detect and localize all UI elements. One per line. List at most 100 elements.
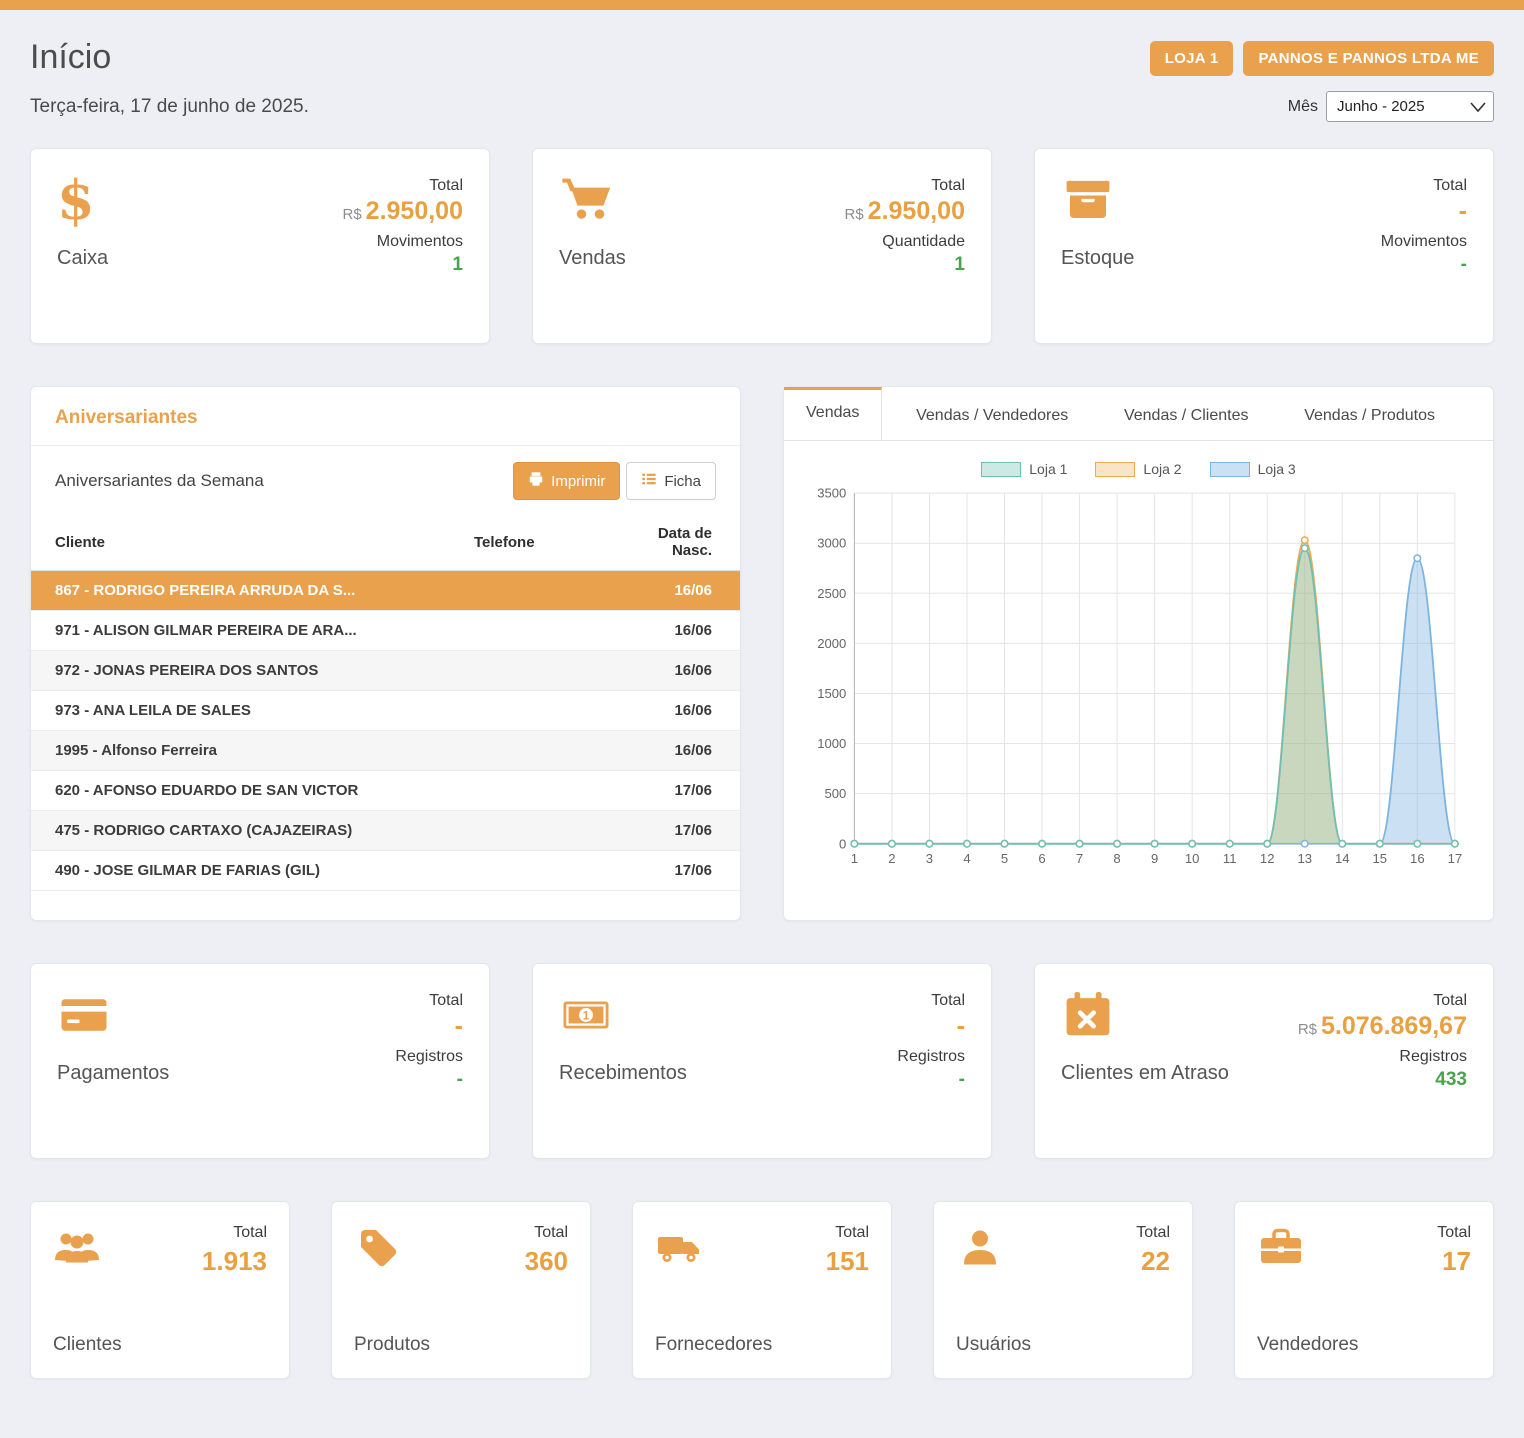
vendas-card: Vendas Total R$2.950,00 Quantidade 1	[532, 148, 992, 344]
birthday-row[interactable]: 972 - JONAS PEREIRA DOS SANTOS 16/06	[31, 651, 740, 691]
metric-value: 1.913	[202, 1246, 267, 1277]
svg-text:1000: 1000	[817, 736, 846, 751]
birthday-row[interactable]: 490 - JOSE GILMAR DE FARIAS (GIL) 17/06	[31, 851, 740, 891]
client-birthdate: 16/06	[600, 651, 740, 691]
client-name: 620 - AFONSO EDUARDO DE SAN VICTOR	[31, 771, 450, 811]
page-title: Início	[30, 38, 111, 77]
caixa-card: $ Caixa Total R$2.950,00 Movimentos 1	[30, 148, 490, 344]
metric-label: Total	[1437, 1224, 1471, 1242]
store-button[interactable]: LOJA 1	[1150, 41, 1234, 76]
svg-text:16: 16	[1410, 851, 1425, 866]
svg-text:3: 3	[926, 851, 933, 866]
svg-text:11: 11	[1223, 851, 1237, 866]
tab-vendas-produtos[interactable]: Vendas / Produtos	[1282, 387, 1457, 440]
metric-value: 22	[1136, 1246, 1170, 1277]
svg-text:17: 17	[1448, 851, 1463, 866]
client-birthdate: 16/06	[600, 571, 740, 611]
card-title: Usuários	[956, 1334, 1031, 1356]
card-title: Clientes em Atraso	[1061, 1062, 1229, 1085]
legend-item[interactable]: Loja 3	[1210, 461, 1296, 477]
svg-text:6: 6	[1038, 851, 1045, 866]
svg-text:2500: 2500	[817, 586, 846, 601]
client-birthdate: 16/06	[600, 611, 740, 651]
legend-item[interactable]: Loja 2	[1095, 461, 1181, 477]
client-phone	[450, 651, 600, 691]
birthday-row[interactable]: 867 - RODRIGO PEREIRA ARRUDA DA S... 16/…	[31, 571, 740, 611]
company-button[interactable]: PANNOS E PANNOS LTDA ME	[1243, 41, 1494, 76]
svg-text:2000: 2000	[817, 636, 846, 651]
currency-prefix: R$	[844, 206, 863, 223]
card-title: Caixa	[57, 247, 108, 270]
birthdays-title: Aniversariantes	[55, 407, 198, 428]
metric-label: Movimentos	[1381, 233, 1467, 251]
card-title: Produtos	[354, 1334, 430, 1356]
metric-value: -	[897, 1010, 965, 1044]
header: Início LOJA 1 PANNOS E PANNOS LTDA ME	[30, 26, 1494, 91]
client-phone	[450, 731, 600, 771]
metric-label: Registros	[1298, 1048, 1467, 1066]
birthday-row[interactable]: 620 - AFONSO EDUARDO DE SAN VICTOR 17/06	[31, 771, 740, 811]
client-phone	[450, 771, 600, 811]
client-birthdate: 17/06	[600, 811, 740, 851]
tab-vendas-clientes[interactable]: Vendas / Clientes	[1102, 387, 1271, 440]
metric-label: Total	[844, 177, 965, 195]
svg-text:13: 13	[1297, 851, 1312, 866]
top-stat-cards: $ Caixa Total R$2.950,00 Movimentos 1	[30, 148, 1494, 344]
clientes-card: Clientes Total 1.913	[30, 1201, 290, 1379]
metric-value: -	[1381, 195, 1467, 229]
card-title: Vendedores	[1257, 1334, 1358, 1356]
svg-text:8: 8	[1113, 851, 1120, 866]
pagamentos-card: Pagamentos Total - Registros -	[30, 963, 490, 1159]
fornecedores-card: Fornecedores Total 151	[632, 1201, 892, 1379]
tab-vendas-vendedores[interactable]: Vendas / Vendedores	[894, 387, 1090, 440]
metric-label: Registros	[395, 1048, 463, 1066]
metric-value: -	[395, 1010, 463, 1044]
birthdays-panel: Aniversariantes Aniversariantes da Seman…	[30, 386, 741, 921]
column-header-data: Data de Nasc.	[600, 516, 740, 571]
birthday-row[interactable]: 475 - RODRIGO CARTAXO (CAJAZEIRAS) 17/06	[31, 811, 740, 851]
cart-icon	[559, 173, 613, 227]
svg-text:7: 7	[1076, 851, 1083, 866]
legend-swatch	[981, 462, 1021, 477]
clientes-em-atraso-card: Clientes em Atraso Total R$5.076.869,67 …	[1034, 963, 1494, 1159]
metric-value: R$5.076.869,67	[1298, 1010, 1467, 1044]
metric-label: Total	[1136, 1224, 1170, 1242]
truck-icon	[655, 1224, 703, 1272]
svg-text:12: 12	[1260, 851, 1275, 866]
briefcase-icon	[1257, 1224, 1305, 1272]
metric-value: 1	[342, 251, 463, 280]
svg-text:4: 4	[963, 851, 970, 866]
print-button[interactable]: Imprimir	[513, 462, 620, 500]
client-name: 490 - JOSE GILMAR DE FARIAS (GIL)	[31, 851, 450, 891]
bottom-stat-cards: Clientes Total 1.913 Produtos Total 360	[30, 1201, 1494, 1379]
ficha-button[interactable]: Ficha	[626, 462, 716, 500]
list-icon	[641, 471, 657, 491]
column-header-cliente: Cliente	[31, 516, 450, 571]
client-birthdate: 17/06	[600, 771, 740, 811]
svg-text:1: 1	[583, 1009, 590, 1023]
month-select[interactable]: Junho - 2025	[1326, 91, 1494, 122]
vendedores-card: Vendedores Total 17	[1234, 1201, 1494, 1379]
birthdays-subtitle: Aniversariantes da Semana	[55, 471, 264, 491]
dashboard-page: Início LOJA 1 PANNOS E PANNOS LTDA ME Te…	[0, 10, 1524, 1419]
metric-value: 17	[1437, 1246, 1471, 1277]
middle-panels: Aniversariantes Aniversariantes da Seman…	[30, 386, 1494, 921]
client-birthdate: 17/06	[600, 851, 740, 891]
client-birthdate: 16/06	[600, 691, 740, 731]
users-icon	[53, 1224, 101, 1272]
client-name: 971 - ALISON GILMAR PEREIRA DE ARA...	[31, 611, 450, 651]
birthday-row[interactable]: 1995 - Alfonso Ferreira 16/06	[31, 731, 740, 771]
birthday-row[interactable]: 971 - ALISON GILMAR PEREIRA DE ARA... 16…	[31, 611, 740, 651]
svg-text:3000: 3000	[817, 536, 846, 551]
metric-label: Total	[897, 992, 965, 1010]
birthday-row[interactable]: 973 - ANA LEILA DE SALES 16/06	[31, 691, 740, 731]
svg-text:9: 9	[1151, 851, 1158, 866]
card-title: Pagamentos	[57, 1062, 169, 1085]
legend-item[interactable]: Loja 1	[981, 461, 1067, 477]
calendar-x-icon	[1061, 988, 1115, 1042]
metric-label: Total	[342, 177, 463, 195]
client-name: 972 - JONAS PEREIRA DOS SANTOS	[31, 651, 450, 691]
metric-label: Quantidade	[844, 233, 965, 251]
tab-vendas[interactable]: Vendas	[784, 387, 882, 440]
table-header-row: Cliente Telefone Data de Nasc.	[31, 516, 740, 571]
